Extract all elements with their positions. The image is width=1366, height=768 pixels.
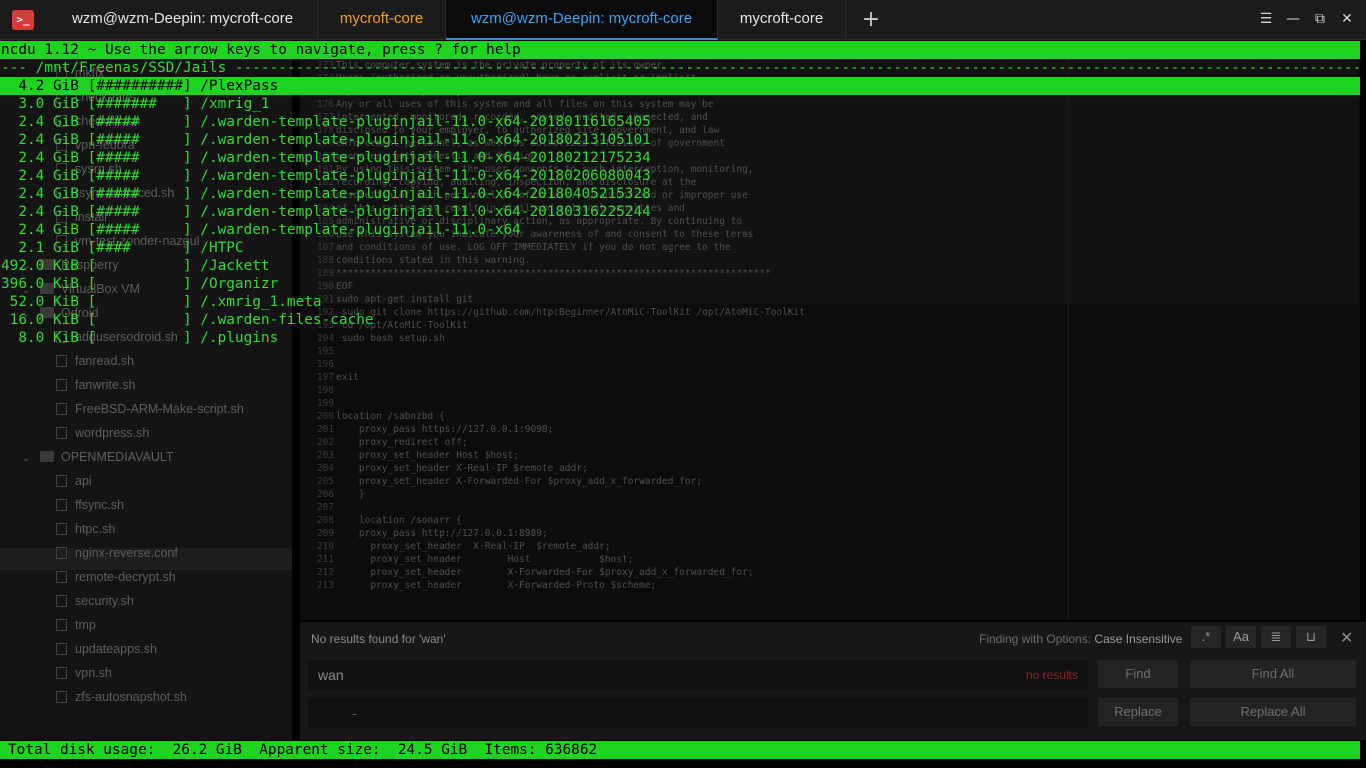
ncdu-entry-row[interactable]: 2.4 GiB [##### ] /.warden-template-plugi… <box>1 131 651 149</box>
entry-size: 2.4 GiB <box>1 204 79 220</box>
entry-size: 2.4 GiB <box>1 114 79 130</box>
ncdu-current-path: --- /mnt/Freenas/SSD/Jails -------------… <box>1 60 1361 76</box>
entry-usage-bar: [ ] <box>78 276 201 292</box>
entry-usage-bar: [ ] <box>78 330 201 346</box>
entry-name: /.warden-template-pluginjail-11.0-x64-20… <box>200 204 651 220</box>
entry-size: 492.0 KiB <box>1 258 79 274</box>
ncdu-header-text: ncdu 1.12 ~ Use the arrow keys to naviga… <box>1 42 521 58</box>
entry-size: 2.1 GiB <box>1 240 79 256</box>
entry-usage-bar: [##### ] <box>78 150 201 166</box>
entry-name: /.plugins <box>200 330 279 346</box>
ncdu-entry-row[interactable]: 2.4 GiB [##### ] /.warden-template-plugi… <box>1 185 651 203</box>
entry-name: /.warden-template-pluginjail-11.0-x64-20… <box>200 186 651 202</box>
ncdu-entry-row[interactable]: 492.0 KiB [ ] /Jackett <box>1 257 270 275</box>
entry-usage-bar: [##### ] <box>78 186 201 202</box>
ncdu-entry-row[interactable]: 8.0 KiB [ ] /.plugins <box>1 329 278 347</box>
entry-usage-bar: [##### ] <box>78 168 201 184</box>
entry-usage-bar: [ ] <box>78 312 201 328</box>
entry-usage-bar: [#### ] <box>78 240 201 256</box>
close-window-icon[interactable]: ✕ <box>1336 8 1358 30</box>
ncdu-entry-row[interactable]: 16.0 KiB [ ] /.warden-files-cache <box>1 311 374 329</box>
ncdu-entry-row[interactable]: 2.1 GiB [#### ] /HTPC <box>1 239 244 257</box>
entry-size: 3.0 GiB <box>1 96 79 112</box>
entry-usage-bar: [##### ] <box>78 222 201 238</box>
entry-usage-bar: [##### ] <box>78 204 201 220</box>
entry-name: /.warden-template-pluginjail-11.0-x64-20… <box>200 168 651 184</box>
entry-usage-bar: [ ] <box>78 294 201 310</box>
minimize-icon[interactable]: — <box>1282 8 1304 30</box>
tab-4[interactable]: mycroft-core <box>718 0 846 40</box>
terminal-app-icon[interactable]: >_ <box>12 10 34 30</box>
entry-name: /Organizr <box>200 276 279 292</box>
ncdu-entry-row[interactable]: 2.4 GiB [##### ] /.warden-template-plugi… <box>1 149 651 167</box>
tab-3-active[interactable]: wzm@wzm-Deepin: mycroft-core <box>446 0 718 40</box>
entry-usage-bar: [ ] <box>78 258 201 274</box>
ncdu-entry-row[interactable]: 3.0 GiB [####### ] /xmrig_1 <box>1 95 270 113</box>
entry-name: /.warden-template-pluginjail-11.0-x64-20… <box>200 114 651 130</box>
entry-name: /.warden-files-cache <box>200 312 374 328</box>
menu-icon[interactable]: ☰ <box>1255 8 1277 30</box>
ncdu-entry-row[interactable]: 2.4 GiB [##### ] /.warden-template-plugi… <box>1 167 651 185</box>
ncdu-entry-row[interactable]: 2.4 GiB [##### ] /.warden-template-plugi… <box>1 113 651 131</box>
tab-bar: >_ wzm@wzm-Deepin: mycroft-core mycroft-… <box>0 0 1366 40</box>
entry-size: 2.4 GiB <box>1 132 79 148</box>
entry-size: 2.4 GiB <box>1 222 79 238</box>
entry-usage-bar: [##### ] <box>78 114 201 130</box>
ncdu-entry-row[interactable]: 52.0 KiB [ ] /.xmrig_1.meta <box>1 293 322 311</box>
entry-name: /xmrig_1 <box>200 96 270 112</box>
ncdu-header-bar: ncdu 1.12 ~ Use the arrow keys to naviga… <box>0 41 1360 59</box>
tab-2[interactable]: mycroft-core <box>318 0 446 40</box>
ncdu-footer-bar: Total disk usage: 26.2 GiB Apparent size… <box>0 741 1360 759</box>
entry-size: 52.0 KiB <box>1 294 79 310</box>
entry-name: /.xmrig_1.meta <box>200 294 322 310</box>
ncdu-selected-row[interactable]: 4.2 GiB [##########] /PlexPass <box>0 77 1360 95</box>
terminal[interactable]: ncdu 1.12 ~ Use the arrow keys to naviga… <box>0 40 1366 768</box>
entry-size: 396.0 KiB <box>1 276 79 292</box>
entry-name: /.warden-template-pluginjail-11.0-x64 <box>200 222 521 238</box>
maximize-icon[interactable]: ⧉ <box>1309 8 1331 30</box>
ncdu-footer-text: Total disk usage: 26.2 GiB Apparent size… <box>8 742 598 758</box>
entry-name: /HTPC <box>200 240 244 256</box>
new-tab-button[interactable]: + <box>857 6 885 34</box>
entry-size: 16.0 KiB <box>1 312 79 328</box>
entry-size: 2.4 GiB <box>1 168 79 184</box>
entry-usage-bar: [##### ] <box>78 132 201 148</box>
entry-name: /.warden-template-pluginjail-11.0-x64-20… <box>200 132 651 148</box>
ncdu-entry-row[interactable]: 2.4 GiB [##### ] /.warden-template-plugi… <box>1 203 651 221</box>
tab-1[interactable]: wzm@wzm-Deepin: mycroft-core <box>48 0 318 40</box>
ncdu-selected-row-text: 4.2 GiB [##########] /PlexPass <box>1 78 279 94</box>
entry-name: /.warden-template-pluginjail-11.0-x64-20… <box>200 150 651 166</box>
entry-usage-bar: [####### ] <box>78 96 201 112</box>
ncdu-entry-row[interactable]: 2.4 GiB [##### ] /.warden-template-plugi… <box>1 221 521 239</box>
ncdu-entry-row[interactable]: 396.0 KiB [ ] /Organizr <box>1 275 278 293</box>
entry-size: 8.0 KiB <box>1 330 79 346</box>
entry-name: /Jackett <box>200 258 270 274</box>
entry-size: 2.4 GiB <box>1 150 79 166</box>
entry-size: 2.4 GiB <box>1 186 79 202</box>
